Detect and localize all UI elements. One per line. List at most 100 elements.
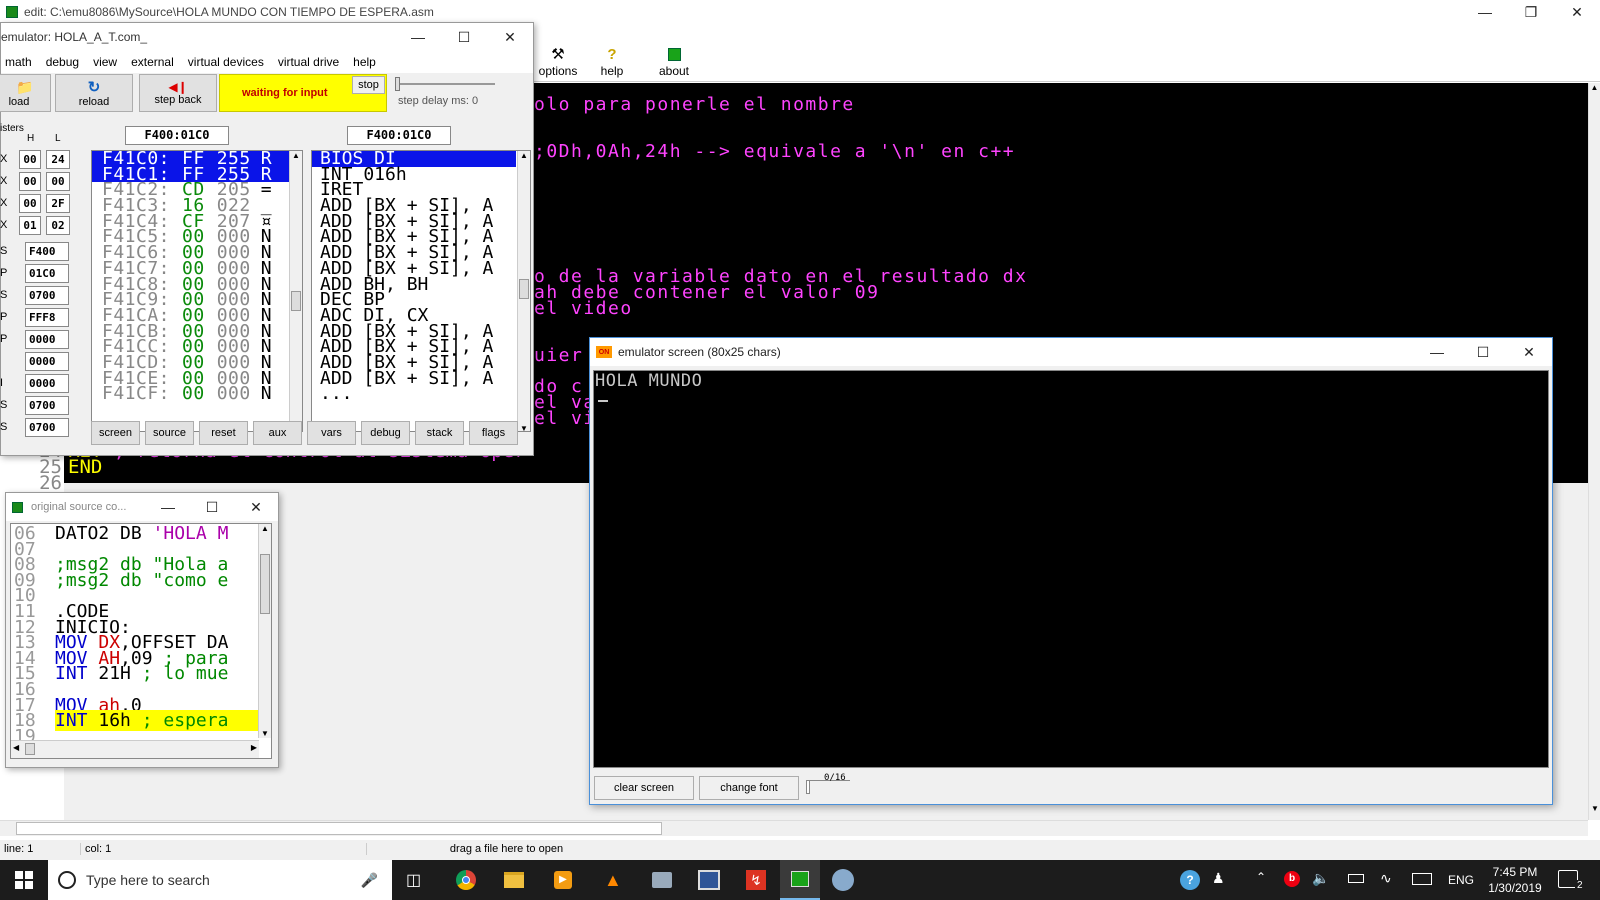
disasm-row[interactable]: ...: [312, 385, 530, 403]
register-low[interactable]: 02: [46, 216, 70, 235]
battery-icon[interactable]: [1348, 874, 1364, 883]
register-low[interactable]: 2F: [46, 194, 70, 213]
register-value[interactable]: 0000: [25, 330, 69, 349]
restore-icon[interactable]: ❐: [1508, 0, 1554, 24]
media-player-icon[interactable]: ▶: [554, 871, 572, 889]
memory-address-field[interactable]: F400:01C0: [125, 126, 229, 145]
app-icon-3[interactable]: [832, 869, 854, 891]
taskbar-search[interactable]: Type here to search 🎤: [48, 860, 392, 900]
step-delay-slider[interactable]: [395, 77, 499, 91]
register-high[interactable]: 00: [19, 172, 41, 191]
clock[interactable]: 7:45 PM 1/30/2019: [1480, 864, 1550, 896]
menu-math[interactable]: math: [5, 55, 32, 69]
register-value[interactable]: 01C0: [25, 264, 69, 283]
maximize-icon[interactable]: ☐: [441, 23, 487, 51]
source-line[interactable]: 11 .CODE: [11, 602, 271, 620]
editor-vscroll[interactable]: ▲ ▼: [1588, 83, 1600, 820]
editor-hscroll[interactable]: [0, 820, 1588, 836]
flags-button[interactable]: flags: [469, 421, 518, 445]
menu-virtual-drive[interactable]: virtual drive: [278, 55, 339, 69]
menu-help[interactable]: help: [353, 55, 376, 69]
scroll-up-icon[interactable]: ▲: [290, 151, 302, 165]
scroll-thumb[interactable]: [291, 291, 301, 311]
change-font-button[interactable]: change font: [699, 776, 799, 800]
disassembly-list[interactable]: BIOS DI INT 016h IRET ADD [BX + SI], A ADD […: [311, 150, 531, 432]
chevron-up-icon[interactable]: ⌃: [1256, 870, 1266, 884]
slider-thumb[interactable]: [395, 77, 400, 91]
close-icon[interactable]: ✕: [234, 493, 278, 521]
stop-button[interactable]: stop: [352, 76, 385, 94]
screen-button[interactable]: screen: [91, 421, 140, 445]
memory-row[interactable]: F41CF: 00 000 N: [92, 385, 302, 403]
register-low[interactable]: 00: [46, 172, 70, 191]
app-icon-1[interactable]: [652, 872, 672, 888]
scroll-down-icon[interactable]: ▼: [1589, 804, 1600, 820]
scroll-left-icon[interactable]: ◀: [13, 743, 19, 752]
load-button[interactable]: 📁 load: [0, 74, 51, 112]
debug-button[interactable]: debug: [361, 421, 410, 445]
reload-button[interactable]: ↻ reload: [55, 74, 133, 112]
keyboard-icon[interactable]: [1412, 873, 1432, 885]
help-tray-icon[interactable]: ?: [1180, 870, 1200, 890]
hscroll-thumb[interactable]: [16, 822, 662, 835]
register-value[interactable]: 0700: [25, 286, 69, 305]
close-icon[interactable]: ✕: [1506, 338, 1552, 366]
task-view-icon[interactable]: ◫: [406, 870, 421, 890]
minimize-icon[interactable]: —: [1414, 338, 1460, 366]
aux-button[interactable]: aux: [253, 421, 302, 445]
clear-screen-button[interactable]: clear screen: [594, 776, 694, 800]
screen-display[interactable]: HOLA MUNDO: [593, 370, 1549, 768]
register-value[interactable]: 0700: [25, 418, 69, 437]
stack-button[interactable]: stack: [415, 421, 464, 445]
scroll-up-icon[interactable]: ▲: [518, 151, 530, 165]
register-value[interactable]: FFF8: [25, 308, 69, 327]
wifi-icon[interactable]: ∿: [1380, 870, 1392, 887]
source-line[interactable]: 18 INT 16h ; espera: [11, 710, 271, 732]
reset-button[interactable]: reset: [199, 421, 248, 445]
register-value[interactable]: F400: [25, 242, 69, 261]
slider-thumb[interactable]: [806, 780, 810, 794]
options-button[interactable]: ⚒ options: [534, 46, 582, 78]
start-button[interactable]: [0, 860, 48, 900]
memory-list[interactable]: F41C0: FF 255 R F41C1: FF 255 R F41C2: CD 205 = F41C…: [91, 150, 303, 432]
close-icon[interactable]: ✕: [1554, 0, 1600, 24]
register-low[interactable]: 24: [46, 150, 70, 169]
help-button[interactable]: ? help: [592, 46, 632, 78]
emu8086-taskbar-icon[interactable]: [780, 860, 820, 900]
disasm-address-field[interactable]: F400:01C0: [347, 126, 451, 145]
minimize-icon[interactable]: —: [1462, 0, 1508, 24]
hscroll-thumb[interactable]: [25, 743, 35, 755]
maximize-icon[interactable]: ☐: [190, 493, 234, 521]
scroll-down-icon[interactable]: ▼: [259, 729, 271, 738]
register-high[interactable]: 00: [19, 150, 41, 169]
register-high[interactable]: 01: [19, 216, 41, 235]
minimize-icon[interactable]: —: [146, 493, 190, 521]
close-icon[interactable]: ✕: [487, 23, 533, 51]
scroll-up-icon[interactable]: ▲: [259, 524, 271, 538]
source-line[interactable]: 09 ;msg2 db "como e: [11, 571, 271, 589]
scroll-right-icon[interactable]: ▶: [251, 743, 257, 752]
scroll-thumb[interactable]: [519, 279, 529, 299]
disasm-scrollbar[interactable]: ▲ ▼: [517, 151, 530, 431]
about-button[interactable]: about: [652, 46, 696, 78]
register-value[interactable]: 0000: [25, 352, 69, 371]
menu-external[interactable]: external: [131, 55, 174, 69]
register-value[interactable]: 0000: [25, 374, 69, 393]
maximize-icon[interactable]: ☐: [1460, 338, 1506, 366]
beats-icon[interactable]: b: [1284, 871, 1300, 887]
source-vscroll[interactable]: ▲ ▼: [258, 524, 271, 738]
minimize-icon[interactable]: —: [395, 23, 441, 51]
vlc-icon[interactable]: ▲: [604, 870, 622, 891]
source-code-area[interactable]: 06 DATO2 DB 'HOLA M 07 08 ;msg2 db "Hola a 09…: [10, 523, 272, 759]
register-value[interactable]: 0700: [25, 396, 69, 415]
scroll-thumb[interactable]: [260, 554, 270, 614]
menu-debug[interactable]: debug: [46, 55, 79, 69]
microphone-icon[interactable]: 🎤: [361, 872, 378, 889]
menu-virtual-devices[interactable]: virtual devices: [188, 55, 264, 69]
source-line[interactable]: 15 INT 21H ; lo mue: [11, 665, 271, 683]
source-button[interactable]: source: [145, 421, 194, 445]
source-line[interactable]: 06 DATO2 DB 'HOLA M: [11, 525, 271, 543]
step-back-button[interactable]: ◀❙ step back: [139, 74, 217, 112]
page-slider[interactable]: 0/16: [806, 773, 850, 798]
source-hscroll[interactable]: ◀ ▶: [11, 740, 259, 758]
